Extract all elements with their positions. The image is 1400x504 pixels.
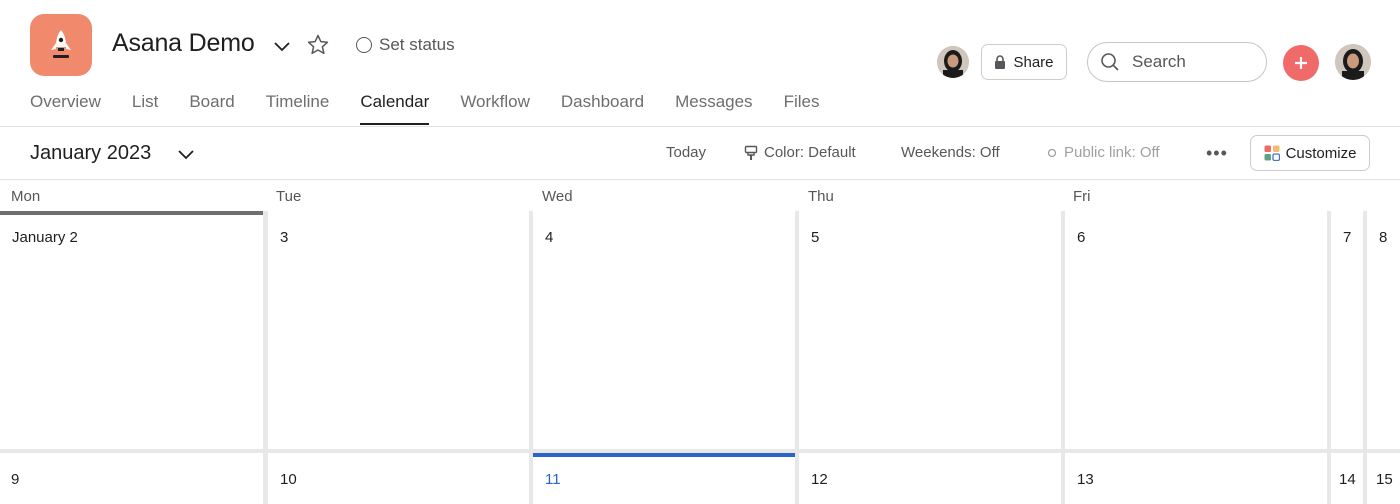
cell-date: 10 — [280, 471, 297, 488]
calendar-weekend-cell[interactable]: 14 — [1331, 453, 1363, 504]
toolbar-divider — [0, 179, 1400, 180]
cell-date: 9 — [11, 471, 20, 488]
project-tabs: Overview List Board Timeline Calendar Wo… — [30, 92, 850, 126]
public-link-button[interactable]: Public link: Off — [1046, 144, 1160, 161]
weekends-button[interactable]: Weekends: Off — [901, 144, 1000, 161]
calendar-day-cell[interactable]: 4 — [533, 211, 795, 449]
share-label: Share — [1013, 53, 1054, 71]
member-avatar[interactable] — [937, 46, 969, 78]
day-header-wed: Wed — [542, 188, 573, 205]
calendar-weekend-cell[interactable]: 15 — [1367, 453, 1400, 504]
calendar-day-cell[interactable]: 5 — [799, 211, 1061, 449]
cell-date: 7 — [1343, 229, 1352, 246]
tab-workflow[interactable]: Workflow — [460, 92, 530, 126]
paint-brush-icon — [744, 145, 758, 160]
set-status-label: Set status — [379, 35, 455, 54]
tab-board[interactable]: Board — [189, 92, 234, 126]
current-week-indicator — [0, 211, 263, 215]
cell-date: 6 — [1077, 229, 1086, 246]
color-label: Color: Default — [764, 144, 856, 161]
tab-messages[interactable]: Messages — [675, 92, 752, 126]
rocket-icon — [51, 30, 71, 58]
color-button[interactable]: Color: Default — [744, 144, 856, 161]
today-button[interactable]: Today — [666, 144, 706, 161]
share-button[interactable]: Share — [981, 44, 1067, 80]
search-input[interactable]: Search — [1087, 42, 1267, 82]
lock-icon — [995, 55, 1006, 69]
header-divider — [0, 126, 1400, 127]
add-button[interactable] — [1283, 45, 1319, 81]
tab-timeline[interactable]: Timeline — [266, 92, 330, 126]
tab-calendar[interactable]: Calendar — [360, 92, 430, 126]
project-title: Asana Demo — [112, 29, 255, 57]
chevron-down-icon[interactable] — [272, 36, 292, 56]
cell-date: 8 — [1379, 229, 1388, 246]
cell-date: 5 — [811, 229, 820, 246]
day-header-thu: Thu — [808, 188, 834, 205]
day-header-fri: Fri — [1073, 188, 1091, 205]
tab-files[interactable]: Files — [784, 92, 820, 126]
tab-dashboard[interactable]: Dashboard — [561, 92, 644, 126]
search-placeholder: Search — [1132, 52, 1186, 71]
cell-date: 14 — [1339, 471, 1356, 488]
day-header-tue: Tue — [276, 188, 302, 205]
cell-date: 4 — [545, 229, 554, 246]
calendar-day-cell[interactable]: 13 — [1065, 453, 1327, 504]
cell-date: 13 — [1077, 471, 1094, 488]
customize-grid-icon — [1264, 145, 1280, 161]
cell-date: 12 — [811, 471, 828, 488]
tab-overview[interactable]: Overview — [30, 92, 101, 126]
calendar-day-cell[interactable]: 9 — [0, 453, 263, 504]
status-circle-icon — [356, 37, 372, 53]
calendar-day-cell[interactable]: 3 — [268, 211, 529, 449]
public-link-label: Public link: Off — [1064, 144, 1160, 161]
tab-list[interactable]: List — [132, 92, 158, 126]
calendar-weekend-cell[interactable]: 8 — [1367, 211, 1400, 449]
chevron-down-icon[interactable] — [176, 144, 196, 164]
circle-icon — [1047, 148, 1057, 157]
today-indicator — [533, 453, 795, 457]
calendar-day-cell[interactable]: 12 — [799, 453, 1061, 504]
calendar-weekend-cell[interactable]: 7 — [1331, 211, 1363, 449]
today-date: 11 — [545, 471, 561, 488]
more-options-icon[interactable]: ••• — [1206, 143, 1228, 164]
star-icon[interactable] — [306, 33, 330, 57]
user-avatar[interactable] — [1335, 44, 1371, 80]
customize-label: Customize — [1285, 144, 1357, 162]
plus-icon — [1295, 57, 1307, 69]
set-status-button[interactable]: Set status — [356, 35, 455, 55]
day-header-mon: Mon — [11, 188, 41, 205]
cell-date: 15 — [1376, 471, 1393, 488]
calendar-day-cell[interactable]: January 2 — [0, 211, 263, 449]
customize-button[interactable]: Customize — [1250, 135, 1370, 171]
weekends-label: Weekends: Off — [901, 144, 1000, 161]
calendar-day-cell-today[interactable]: 11 — [533, 453, 795, 504]
search-icon — [1101, 53, 1119, 71]
calendar-day-cell[interactable]: 6 — [1065, 211, 1327, 449]
calendar-day-cell[interactable]: 10 — [268, 453, 529, 504]
project-icon[interactable] — [30, 14, 92, 76]
month-selector[interactable]: January 2023 — [30, 142, 151, 165]
cell-date: January 2 — [12, 229, 78, 246]
cell-date: 3 — [280, 229, 289, 246]
today-label: Today — [666, 144, 707, 161]
